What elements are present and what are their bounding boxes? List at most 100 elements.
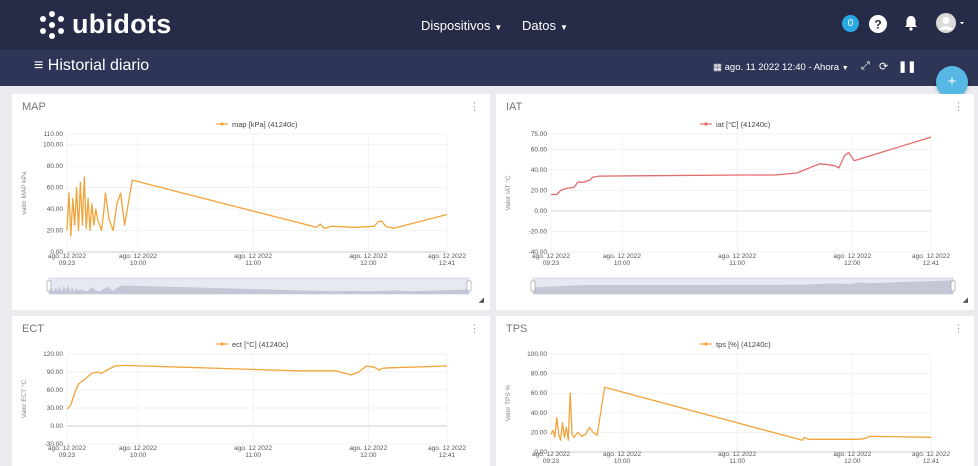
y-tick-label: 20.00 — [531, 187, 548, 194]
y-axis-label: Valor ECT °C — [20, 379, 28, 418]
y-tick-label: 0.00 — [50, 423, 63, 430]
x-tick-label: ago. 12 2022 — [603, 253, 641, 260]
navigator-handle-right — [950, 280, 956, 292]
x-tick-label: 09:23 — [59, 260, 76, 267]
ubidots-logo[interactable]: ubidots — [38, 9, 172, 40]
y-tick-label: 20.00 — [531, 429, 548, 436]
x-tick-label: ago. 12 2022 — [833, 253, 871, 260]
pause-icon[interactable]: ❚❚ — [898, 60, 916, 73]
x-tick-label: 10:00 — [614, 260, 631, 267]
y-tick-label: -20.00 — [529, 228, 548, 235]
page-title[interactable]: ≡ Historial diario — [34, 57, 149, 75]
tps-line-chart[interactable]: tps [%] (41240c) 100.00 80.00 60.00 40.00 20.… — [496, 316, 974, 466]
x-tick-label: ago. 12 2022 — [532, 451, 570, 458]
x-tick-label: 09:23 — [59, 452, 76, 459]
x-tick-label: ago. 12 2022 — [234, 253, 272, 260]
y-tick-label: 60.00 — [531, 390, 548, 397]
logo-dots-icon — [38, 10, 66, 39]
x-tick-label: 12:00 — [360, 452, 377, 459]
x-tick-label: 12:00 — [844, 458, 861, 465]
y-tick-label: 100.00 — [527, 351, 547, 358]
ect-line-chart[interactable]: ect [°C] (41240c) 120.00 90.00 60.00 30.00 0.… — [12, 316, 490, 466]
legend-marker — [704, 342, 708, 346]
x-tick-label: ago. 12 2022 — [349, 445, 387, 452]
x-tick-label: 10:00 — [614, 458, 631, 465]
resize-handle-icon[interactable]: ◢ — [479, 296, 484, 304]
caret-down-icon: ▼ — [841, 65, 849, 72]
iat-line-chart[interactable]: iat [°C] (41240c) 75.00 60.00 40.00 20.00 0.0… — [496, 94, 974, 310]
widget-card-iat: IAT ⋮ iat [°C] (41240c) 75.00 60.00 40.00 20… — [496, 94, 974, 310]
y-axis-label: valor MAP kPa — [21, 171, 28, 214]
refresh-icon[interactable]: ⟳ — [879, 60, 888, 73]
widget-card-map: MAP ⋮ map [kPa] (41240c) 110.00 100.00 80.0… — [12, 94, 490, 310]
x-tick-label: 09:23 — [543, 458, 560, 465]
y-tick-label: 90.00 — [47, 369, 64, 376]
map-line-chart[interactable]: map [kPa] (41240c) 110.00 100.00 80.00 60.00… — [12, 94, 490, 310]
nav-datos[interactable]: Datos ▼ — [522, 18, 568, 33]
y-tick-label: 20.00 — [47, 228, 64, 235]
x-tick-label: 11:00 — [729, 458, 745, 465]
y-tick-label: 110.00 — [44, 131, 64, 138]
caret-down-icon: ▼ — [494, 23, 503, 32]
legend-marker — [704, 122, 708, 126]
y-tick-label: 60.00 — [47, 185, 64, 192]
x-tick-label: ago. 12 2022 — [532, 253, 570, 260]
x-tick-label: ago. 12 2022 — [912, 253, 950, 260]
y-tick-label: 60.00 — [47, 387, 64, 394]
y-tick-label: 80.00 — [531, 371, 548, 378]
app-name: ubidots — [72, 9, 172, 39]
user-avatar[interactable] — [935, 12, 969, 39]
hamburger-icon[interactable]: ≡ — [34, 57, 43, 74]
navigator-handle-right — [466, 280, 472, 292]
resize-handle-icon[interactable]: ◢ — [963, 296, 968, 304]
y-axis-label: Valor IAT °C — [504, 175, 512, 210]
x-tick-label: 12:00 — [844, 260, 861, 267]
x-tick-label: ago. 12 2022 — [912, 451, 950, 458]
date-range-picker[interactable]: ▦ ago. 11 2022 12:40 - Ahora ▼ — [713, 62, 849, 73]
dashboard-title: Historial diario — [47, 57, 150, 74]
x-tick-label: 09:23 — [543, 260, 560, 267]
y-tick-label: 30.00 — [47, 405, 64, 412]
x-tick-label: ago. 12 2022 — [718, 253, 756, 260]
x-tick-label: ago. 12 2022 — [718, 451, 756, 458]
x-tick-label: 12:41 — [923, 458, 940, 465]
navigator-handle-left — [530, 280, 536, 292]
legend-marker — [220, 122, 224, 126]
x-tick-label: 11:00 — [729, 260, 745, 267]
widget-card-ect: ECT ⋮ ect [°C] (41240c) 120.00 90.00 60.00 3… — [12, 316, 490, 466]
x-tick-label: 11:00 — [245, 260, 261, 267]
x-tick-label: 12:41 — [439, 260, 456, 267]
legend-marker — [220, 342, 224, 346]
nav-dispositivos[interactable]: Dispositivos ▼ — [421, 18, 502, 33]
x-tick-label: 11:00 — [245, 452, 261, 459]
series-line — [66, 176, 448, 237]
x-tick-label: 10:00 — [130, 452, 147, 459]
calendar-icon: ▦ — [713, 62, 722, 73]
y-tick-label: 40.00 — [531, 167, 548, 174]
caret-down-icon: ▼ — [559, 23, 568, 32]
y-tick-label: 40.00 — [47, 206, 64, 213]
svg-text:?: ? — [874, 18, 881, 32]
legend-label: map [kPa] (41240c) — [232, 120, 298, 129]
y-tick-label: 60.00 — [531, 146, 548, 153]
x-tick-label: ago. 12 2022 — [349, 253, 387, 260]
widget-card-tps: TPS ⋮ tps [%] (41240c) 100.00 80.00 60.00 40… — [496, 316, 974, 466]
notification-count-badge[interactable]: 0 — [842, 15, 859, 32]
x-tick-label: ago. 12 2022 — [48, 253, 86, 260]
nav-dispositivos-label: Dispositivos — [421, 18, 491, 33]
x-tick-label: ago. 12 2022 — [119, 253, 157, 260]
question-icon[interactable]: ? — [869, 15, 887, 33]
x-tick-label: 10:00 — [130, 260, 147, 267]
bell-icon[interactable] — [903, 14, 919, 37]
series-line — [551, 136, 932, 196]
x-tick-label: 12:41 — [439, 452, 456, 459]
nav-datos-label: Datos — [522, 18, 556, 33]
y-tick-label: 100.00 — [43, 142, 63, 149]
expand-icon[interactable]: ⤢ — [861, 60, 870, 73]
x-tick-label: 12:41 — [923, 260, 940, 267]
x-tick-label: ago. 12 2022 — [603, 451, 641, 458]
legend-label: iat [°C] (41240c) — [716, 120, 771, 129]
x-tick-label: ago. 12 2022 — [234, 445, 272, 452]
y-tick-label: 75.00 — [531, 131, 548, 138]
date-range-label: ago. 11 2022 12:40 - Ahora — [724, 62, 840, 73]
